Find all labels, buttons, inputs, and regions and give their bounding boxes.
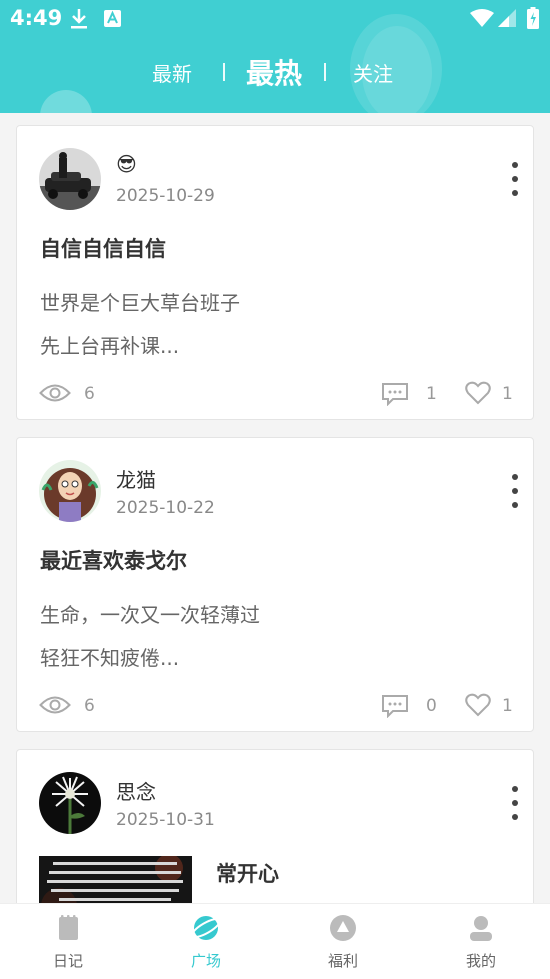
comment-icon[interactable] [381, 694, 409, 718]
profile-icon [470, 916, 492, 941]
battery-icon [527, 7, 539, 29]
heart-icon[interactable] [465, 693, 491, 717]
comment-count: 0 [426, 696, 437, 716]
eye-icon [39, 696, 71, 714]
signal-icon [498, 9, 516, 27]
nav-diary[interactable]: 日记 [28, 904, 108, 979]
post-date: 2025-10-29 [116, 186, 215, 206]
comment-count: 1 [426, 384, 437, 404]
post-body-line: 生命，一次又一次轻薄过 [40, 603, 260, 627]
like-count: 1 [502, 384, 513, 404]
nav-label: 广场 [190, 952, 221, 970]
keyboard-app-icon [104, 10, 121, 27]
nav-square[interactable]: 广场 [166, 904, 246, 979]
avatar[interactable] [39, 772, 101, 834]
wifi-icon [470, 9, 494, 27]
post-date: 2025-10-22 [116, 498, 215, 518]
tab-following[interactable]: 关注 [353, 50, 393, 94]
more-options-icon[interactable] [507, 786, 523, 820]
nav-profile[interactable]: 我的 [441, 904, 521, 979]
more-options-icon[interactable] [507, 474, 523, 508]
post-stats: 6 0 1 [17, 692, 535, 722]
top-tabs: 最新 最热 关注 [0, 50, 550, 94]
tab-hottest[interactable]: 最热 [246, 50, 302, 94]
view-count: 6 [84, 696, 95, 716]
post-date: 2025-10-31 [116, 810, 215, 830]
post-card[interactable]: 龙猫 2025-10-22 最近喜欢泰戈尔 生命，一次又一次轻薄过 轻狂不知疲倦… [16, 437, 534, 732]
tab-divider [324, 63, 326, 81]
nav-welfare[interactable]: 福利 [303, 904, 383, 979]
post-card[interactable]: 思念 2025-10-31 常开心 [16, 749, 534, 903]
post-body-line: 轻狂不知疲倦... [40, 646, 180, 670]
author-name[interactable]: 龙猫 [116, 464, 156, 493]
view-count: 6 [84, 384, 95, 404]
diary-icon [59, 915, 78, 940]
like-count: 1 [502, 696, 513, 716]
welfare-icon [330, 915, 356, 941]
square-icon [192, 916, 220, 940]
status-bar: 4:49 [0, 0, 550, 36]
comment-icon[interactable] [381, 382, 409, 406]
tab-latest[interactable]: 最新 [152, 50, 192, 94]
avatar[interactable] [39, 460, 101, 522]
heart-icon[interactable] [465, 381, 491, 405]
eye-icon [39, 384, 71, 402]
nav-label: 我的 [465, 952, 496, 970]
author-name[interactable]: 思念 [116, 776, 156, 805]
nav-label: 日记 [52, 952, 83, 970]
bottom-navigation: 日记 广场 福利 我的 [0, 903, 550, 979]
post-stats: 6 1 1 [17, 380, 535, 410]
post-feed[interactable]: 😎 2025-10-29 自信自信自信 世界是个巨大草台班子 先上台再补课...… [0, 113, 550, 903]
post-title: 常开心 [216, 862, 279, 886]
post-title: 自信自信自信 [40, 237, 166, 261]
nav-label: 福利 [327, 952, 358, 970]
top-header: 4:49 最新 最热 关注 [0, 0, 550, 113]
post-card[interactable]: 😎 2025-10-29 自信自信自信 世界是个巨大草台班子 先上台再补课...… [16, 125, 534, 420]
post-thumbnail[interactable] [39, 856, 192, 903]
post-body-line: 先上台再补课... [40, 334, 180, 358]
status-time: 4:49 [10, 6, 63, 30]
avatar[interactable] [39, 148, 101, 210]
more-options-icon[interactable] [507, 162, 523, 196]
post-body-line: 世界是个巨大草台班子 [40, 291, 240, 315]
post-title: 最近喜欢泰戈尔 [40, 549, 187, 573]
tab-divider [223, 63, 225, 81]
author-name[interactable]: 😎 [116, 152, 137, 176]
download-icon [71, 9, 87, 29]
